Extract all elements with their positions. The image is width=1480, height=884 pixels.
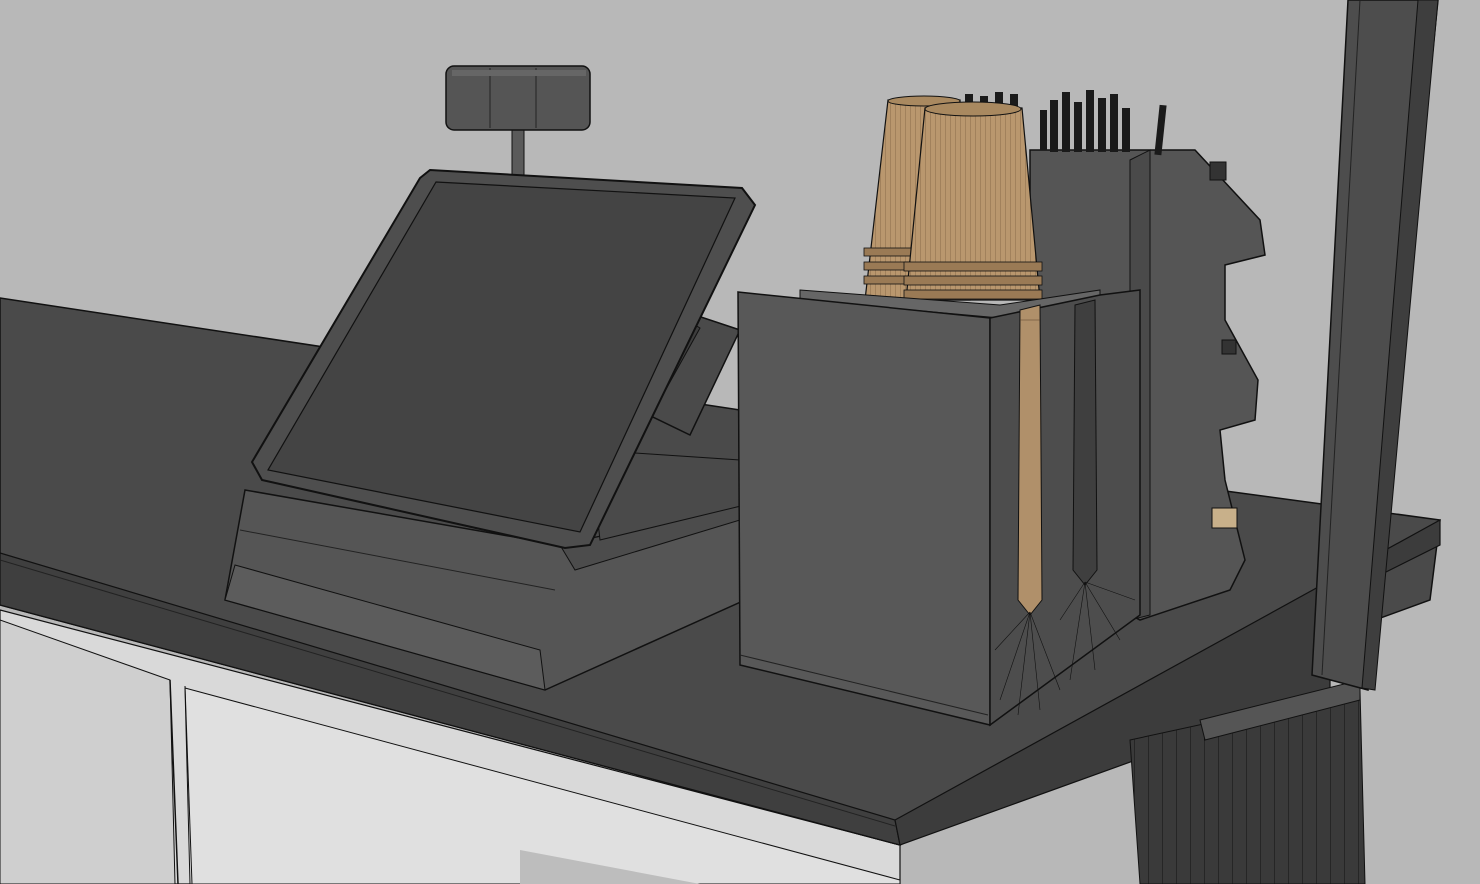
scene	[0, 0, 1480, 884]
cup-stack-front	[903, 101, 1043, 301]
dispenser-front-box	[737, 289, 1141, 727]
render-canvas	[0, 0, 1480, 884]
